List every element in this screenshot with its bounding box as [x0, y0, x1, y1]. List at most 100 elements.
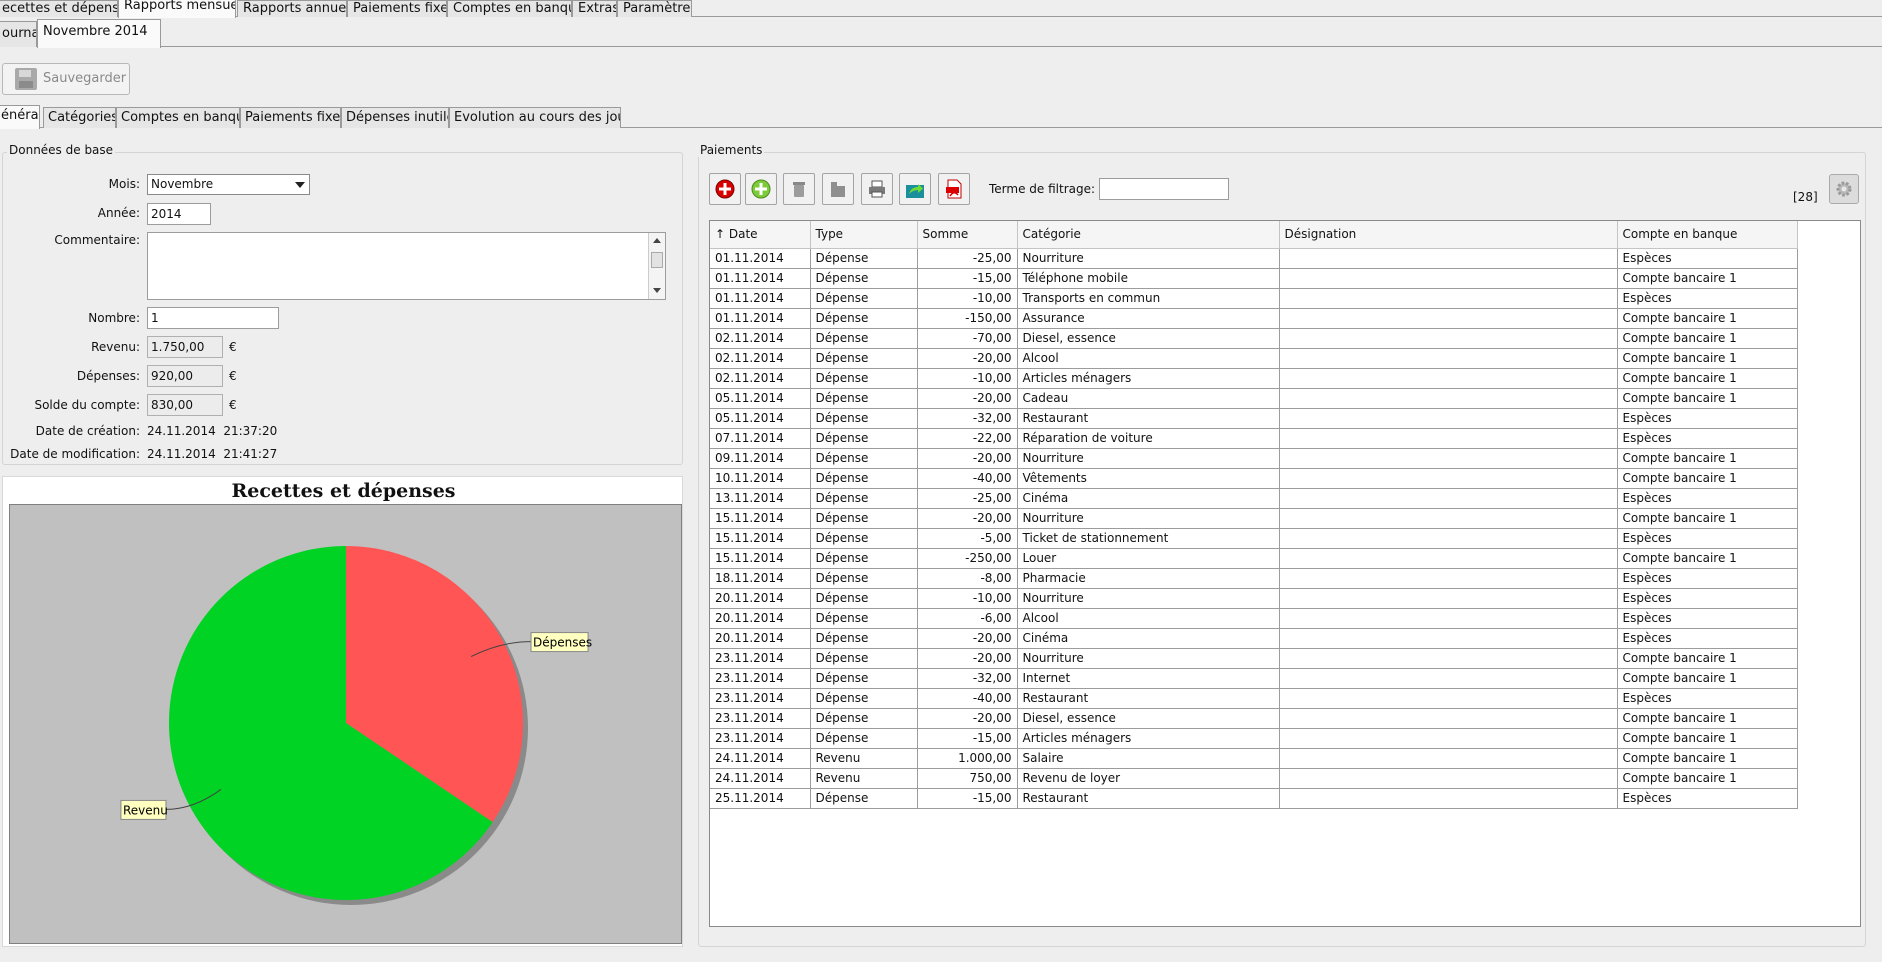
filter-input[interactable] — [1099, 178, 1229, 200]
cell-type: Dépense — [810, 708, 918, 729]
table-row[interactable]: 24.11.2014 Revenu 750,00 Revenu de loyer Com… — [710, 768, 1798, 789]
table-row[interactable]: 15.11.2014 Dépense -20,00 Nourriture Compte … — [710, 508, 1798, 529]
balance-label: Solde du compte: — [34, 398, 140, 412]
cell-date: 20.11.2014 — [710, 608, 811, 629]
cell-categorie: Alcool — [1017, 348, 1280, 369]
cell-somme: -20,00 — [917, 388, 1018, 409]
table-row[interactable]: 23.11.2014 Dépense -32,00 Internet Compte ba… — [710, 668, 1798, 689]
table-row[interactable]: 23.11.2014 Dépense -15,00 Articles ménagers… — [710, 728, 1798, 749]
cell-designation — [1279, 588, 1618, 609]
cell-categorie: Nourriture — [1017, 448, 1280, 469]
cell-categorie: Salaire — [1017, 748, 1280, 769]
column-header-compte[interactable]: Compte en banque — [1617, 221, 1798, 249]
table-row[interactable]: 05.11.2014 Dépense -20,00 Cadeau Compte banc… — [710, 388, 1798, 409]
tab-journal[interactable]: ournal — [0, 21, 37, 47]
cell-somme: -20,00 — [917, 508, 1018, 529]
table-row[interactable]: 18.11.2014 Dépense -8,00 Pharmacie Espèces — [710, 568, 1798, 589]
table-header-row: ↑ Date Type Somme Catégorie Désignation Compt… — [710, 221, 1798, 249]
tab-depenses-inutiles[interactable]: Dépenses inutiles — [341, 107, 449, 128]
table-row[interactable]: 20.11.2014 Dépense -6,00 Alcool Espèces — [710, 608, 1798, 629]
cell-compte: Compte bancaire 1 — [1617, 728, 1798, 749]
cell-date: 15.11.2014 — [710, 508, 811, 529]
cell-designation — [1279, 468, 1618, 489]
table-row[interactable]: 02.11.2014 Dépense -10,00 Articles ménagers… — [710, 368, 1798, 389]
table-row[interactable]: 07.11.2014 Dépense -22,00 Réparation de voi… — [710, 428, 1798, 449]
clear-button[interactable] — [822, 173, 854, 205]
column-header-type[interactable]: Type — [810, 221, 918, 249]
tab-general[interactable]: énéral — [0, 105, 40, 129]
cell-type: Dépense — [810, 648, 918, 669]
cell-somme: -10,00 — [917, 288, 1018, 309]
chart-panel: Recettes et dépenses Dépenses Revenu — [2, 476, 683, 947]
close-icon[interactable]: × — [160, 24, 161, 39]
tab-novembre-2014[interactable]: Novembre 2014 × — [37, 19, 161, 48]
save-button[interactable]: Sauvegarder — [2, 63, 130, 95]
table-row[interactable]: 23.11.2014 Dépense -40,00 Restaurant Espèces — [710, 688, 1798, 709]
tab-recettes-depenses[interactable]: ecettes et dépenses — [0, 0, 118, 17]
table-row[interactable]: 01.11.2014 Dépense -15,00 Téléphone mobile C… — [710, 268, 1798, 289]
export-button[interactable] — [899, 173, 931, 205]
scroll-thumb[interactable] — [651, 252, 663, 268]
tab-evolution[interactable]: Evolution au cours des jours — [449, 107, 621, 128]
table-row[interactable]: 25.11.2014 Dépense -15,00 Restaurant Espèces — [710, 788, 1798, 809]
expenses-label: Dépenses: — [76, 369, 140, 383]
tab-paiements-fixes[interactable]: Paiements fixes — [347, 0, 447, 17]
table-row[interactable]: 23.11.2014 Dépense -20,00 Diesel, essence Co… — [710, 708, 1798, 729]
table-row[interactable]: 01.11.2014 Dépense -25,00 Nourriture Espèces — [710, 248, 1798, 269]
print-button[interactable] — [861, 173, 893, 205]
cell-type: Dépense — [810, 608, 918, 629]
cell-designation — [1279, 688, 1618, 709]
table-row[interactable]: 10.11.2014 Dépense -40,00 Vêtements Compte b… — [710, 468, 1798, 489]
comment-textarea[interactable] — [147, 232, 666, 300]
table-row[interactable]: 20.11.2014 Dépense -20,00 Cinéma Espèces — [710, 628, 1798, 649]
cell-somme: -15,00 — [917, 788, 1018, 809]
tab-rapports-annuels[interactable]: Rapports annuels — [237, 0, 347, 17]
tab-extras[interactable]: Extras — [572, 0, 617, 17]
scroll-down-icon[interactable] — [653, 288, 661, 293]
tab-section-paiements-fixes[interactable]: Paiements fixes — [240, 107, 341, 128]
tab-categories[interactable]: Catégories — [43, 107, 116, 128]
add-icon — [751, 179, 771, 199]
table-row[interactable]: 20.11.2014 Dépense -10,00 Nourriture Espèces — [710, 588, 1798, 609]
table-row[interactable]: 02.11.2014 Dépense -70,00 Diesel, essence Co… — [710, 328, 1798, 349]
trash-button[interactable] — [783, 173, 815, 205]
income-field: 1.750,00 — [147, 336, 223, 358]
record-count: [28] — [1793, 190, 1818, 204]
table-row[interactable]: 09.11.2014 Dépense -20,00 Nourriture Compte … — [710, 448, 1798, 469]
column-header-somme[interactable]: Somme — [917, 221, 1018, 249]
scroll-up-icon[interactable] — [653, 238, 661, 243]
comment-scrollbar[interactable] — [648, 233, 665, 299]
tab-comptes-en-banque[interactable]: Comptes en banque — [447, 0, 572, 17]
column-header-categorie[interactable]: Catégorie — [1017, 221, 1280, 249]
tab-section-comptes-en-banque[interactable]: Comptes en banque — [116, 107, 240, 128]
month-select[interactable]: Novembre — [147, 174, 310, 195]
column-header-date[interactable]: ↑ Date — [710, 221, 811, 249]
settings-button[interactable] — [1829, 174, 1859, 204]
delete-payment-button[interactable] — [709, 173, 741, 205]
table-row[interactable]: 23.11.2014 Dépense -20,00 Nourriture Compte … — [710, 648, 1798, 669]
cell-somme: -25,00 — [917, 488, 1018, 509]
cell-categorie: Réparation de voiture — [1017, 428, 1280, 449]
table-row[interactable]: 05.11.2014 Dépense -32,00 Restaurant Espèces — [710, 408, 1798, 429]
pdf-export-button[interactable] — [938, 173, 970, 205]
table-row[interactable]: 13.11.2014 Dépense -25,00 Cinéma Espèces — [710, 488, 1798, 509]
column-header-designation[interactable]: Désignation — [1279, 221, 1618, 249]
table-row[interactable]: 15.11.2014 Dépense -5,00 Ticket de stationn… — [710, 528, 1798, 549]
print-icon — [869, 180, 885, 198]
table-row[interactable]: 01.11.2014 Dépense -150,00 Assurance Compte … — [710, 308, 1798, 329]
count-label: Nombre: — [88, 311, 140, 325]
tab-rapports-mensuels[interactable]: Rapports mensuels — [118, 0, 236, 18]
cell-date: 23.11.2014 — [710, 728, 811, 749]
cell-date: 09.11.2014 — [710, 448, 811, 469]
table-row[interactable]: 02.11.2014 Dépense -20,00 Alcool Compte banc… — [710, 348, 1798, 369]
tab-parametres[interactable]: Paramètres — [617, 0, 692, 17]
table-row[interactable]: 01.11.2014 Dépense -10,00 Transports en com… — [710, 288, 1798, 309]
year-input[interactable]: 2014 — [147, 203, 211, 225]
pie-label-depenses: Dépenses — [533, 636, 592, 650]
add-payment-button[interactable] — [745, 173, 777, 205]
table-row[interactable]: 24.11.2014 Revenu 1.000,00 Salaire Compte ba… — [710, 748, 1798, 769]
count-input[interactable]: 1 — [147, 307, 279, 329]
table-row[interactable]: 15.11.2014 Dépense -250,00 Louer Compte banc… — [710, 548, 1798, 569]
cell-categorie: Restaurant — [1017, 408, 1280, 429]
cell-date: 20.11.2014 — [710, 628, 811, 649]
